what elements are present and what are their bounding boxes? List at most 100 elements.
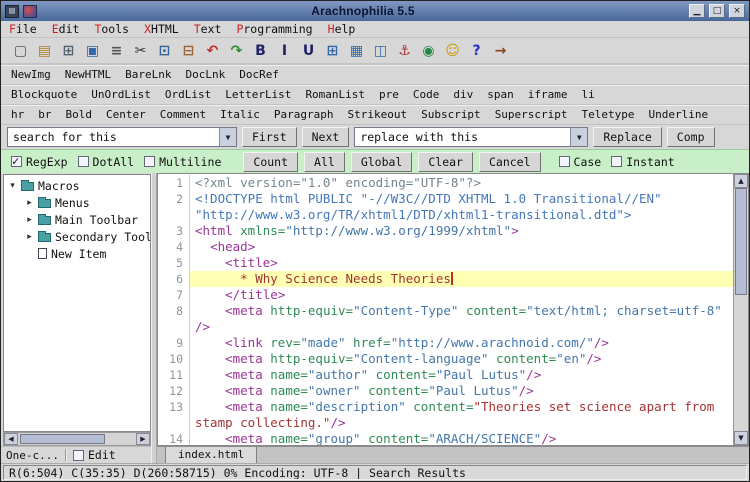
- code-line[interactable]: 13 <meta name="description" content="The…: [158, 399, 733, 431]
- code-line[interactable]: 5 <title>: [158, 255, 733, 271]
- edit-checkbox[interactable]: Edit: [73, 448, 116, 462]
- browser-icon[interactable]: ◉: [418, 40, 439, 61]
- macro-italic[interactable]: Italic: [220, 108, 260, 121]
- help-icon[interactable]: ?: [466, 40, 487, 61]
- code-line[interactable]: 12 <meta name="owner" content="Paul Lutu…: [158, 383, 733, 399]
- vscroll-thumb[interactable]: [735, 188, 747, 295]
- code-line[interactable]: 4 <head>: [158, 239, 733, 255]
- minimize-button[interactable]: ▁: [689, 4, 705, 18]
- macro-iframe[interactable]: iframe: [528, 88, 568, 101]
- macro-strikeout[interactable]: Strikeout: [347, 108, 407, 121]
- app-icon[interactable]: [23, 5, 37, 18]
- paste-icon[interactable]: ⊟: [178, 40, 199, 61]
- tree-item-secondary-tool[interactable]: ▸Secondary Tool: [4, 228, 150, 245]
- redo-icon[interactable]: ↷: [226, 40, 247, 61]
- comp-button[interactable]: Comp: [667, 127, 715, 147]
- macro-superscript[interactable]: Superscript: [495, 108, 568, 121]
- macro-subscript[interactable]: Subscript: [421, 108, 481, 121]
- checkbox-multiline[interactable]: Multiline: [144, 155, 221, 169]
- exit-icon[interactable]: →: [490, 40, 511, 61]
- menu-programming[interactable]: Programming: [236, 22, 312, 36]
- code-line[interactable]: 9 <link rev="made" href="http://www.arac…: [158, 335, 733, 351]
- tab-index-html[interactable]: index.html: [165, 447, 257, 464]
- new-file-icon[interactable]: ▢: [10, 40, 31, 61]
- macro-pre[interactable]: pre: [379, 88, 399, 101]
- macro-div[interactable]: div: [453, 88, 473, 101]
- expander-icon[interactable]: ▸: [25, 232, 34, 242]
- scroll-up-icon[interactable]: ▲: [734, 174, 748, 188]
- code-line[interactable]: 3<html xmlns="http://www.w3.org/1999/xht…: [158, 223, 733, 239]
- vscroll-track[interactable]: [734, 188, 748, 431]
- replace-button[interactable]: Replace: [593, 127, 661, 147]
- macro-li[interactable]: li: [582, 88, 595, 101]
- code-line[interactable]: 11 <meta name="author" content="Paul Lut…: [158, 367, 733, 383]
- cut-icon[interactable]: ✂: [130, 40, 151, 61]
- tree-item-main-toolbar[interactable]: ▸Main Toolbar: [4, 211, 150, 228]
- code-line[interactable]: 10 <meta http-equiv="Content-language" c…: [158, 351, 733, 367]
- checkbox-instant[interactable]: Instant: [611, 155, 674, 169]
- macro-span[interactable]: span: [487, 88, 514, 101]
- macro-ordlist[interactable]: OrdList: [165, 88, 211, 101]
- macro-docref[interactable]: DocRef: [239, 68, 279, 81]
- bold-icon[interactable]: B: [250, 40, 271, 61]
- menu-file[interactable]: File: [9, 22, 37, 36]
- macro-romanlist[interactable]: RomanList: [305, 88, 365, 101]
- code-area[interactable]: 1<?xml version="1.0" encoding="UTF-8"?>2…: [158, 174, 733, 445]
- button-clear[interactable]: Clear: [418, 152, 473, 172]
- expander-icon[interactable]: ▾: [8, 181, 17, 191]
- menu-tools[interactable]: Tools: [94, 22, 129, 36]
- menu-help[interactable]: Help: [328, 22, 356, 36]
- close-button[interactable]: ×: [729, 4, 745, 18]
- first-button[interactable]: First: [242, 127, 297, 147]
- code-line[interactable]: 8 <meta http-equiv="Content-Type" conten…: [158, 303, 733, 335]
- macro-blockquote[interactable]: Blockquote: [11, 88, 77, 101]
- checkbox-regexp[interactable]: RegExp: [11, 155, 68, 169]
- title-bar[interactable]: ▤ Arachnophilia 5.5 ▁ □ ×: [1, 1, 749, 21]
- macro-comment[interactable]: Comment: [160, 108, 206, 121]
- scroll-right-icon[interactable]: ▶: [136, 433, 150, 445]
- scroll-down-icon[interactable]: ▼: [734, 431, 748, 445]
- search-dropdown-icon[interactable]: ▼: [219, 128, 236, 146]
- save-file-icon[interactable]: ▣: [82, 40, 103, 61]
- underline-icon[interactable]: U: [298, 40, 319, 61]
- macro-barelnk[interactable]: BareLnk: [125, 68, 171, 81]
- macro-doclnk[interactable]: DocLnk: [185, 68, 225, 81]
- search-input[interactable]: search for this: [8, 128, 219, 146]
- macro-center[interactable]: Center: [106, 108, 146, 121]
- tree-item-new-item[interactable]: New Item: [4, 245, 150, 262]
- smiley-icon[interactable]: ☺: [442, 40, 463, 61]
- one-click-label[interactable]: One-c...: [6, 449, 59, 462]
- macro-br[interactable]: br: [38, 108, 51, 121]
- tree-item-menus[interactable]: ▸Menus: [4, 194, 150, 211]
- macro-hr[interactable]: hr: [11, 108, 24, 121]
- menu-xhtml[interactable]: XHTML: [144, 22, 179, 36]
- frames-icon[interactable]: ◫: [370, 40, 391, 61]
- maximize-button[interactable]: □: [709, 4, 725, 18]
- copy-icon[interactable]: ⊡: [154, 40, 175, 61]
- new-window-icon[interactable]: ⊞: [58, 40, 79, 61]
- tree-item-macros[interactable]: ▾Macros: [4, 177, 150, 194]
- anchor-icon[interactable]: ⚓: [394, 40, 415, 61]
- macro-teletype[interactable]: Teletype: [582, 108, 635, 121]
- button-cancel[interactable]: Cancel: [479, 152, 541, 172]
- checkbox-case[interactable]: Case: [559, 155, 602, 169]
- tree-hscrollbar[interactable]: ◀ ▶: [3, 432, 151, 446]
- macro-newhtml[interactable]: NewHTML: [65, 68, 111, 81]
- menu-edit[interactable]: Edit: [52, 22, 80, 36]
- macro-letterlist[interactable]: LetterList: [225, 88, 291, 101]
- macro-underline[interactable]: Underline: [649, 108, 709, 121]
- grid-icon[interactable]: ▦: [346, 40, 367, 61]
- editor-vscrollbar[interactable]: ▲ ▼: [733, 174, 748, 445]
- code-line[interactable]: 7 </title>: [158, 287, 733, 303]
- macro-newimg[interactable]: NewImg: [11, 68, 51, 81]
- code-line[interactable]: 2<!DOCTYPE html PUBLIC "-//W3C//DTD XHTM…: [158, 191, 733, 223]
- replace-input[interactable]: replace with this: [355, 128, 570, 146]
- macro-bold[interactable]: Bold: [66, 108, 93, 121]
- scroll-left-icon[interactable]: ◀: [4, 433, 18, 445]
- window-menu-icon[interactable]: ▤: [5, 5, 19, 18]
- table-icon[interactable]: ⊞: [322, 40, 343, 61]
- code-line[interactable]: 1<?xml version="1.0" encoding="UTF-8"?>: [158, 175, 733, 191]
- expander-icon[interactable]: ▸: [25, 215, 34, 225]
- button-all[interactable]: All: [304, 152, 345, 172]
- menu-text[interactable]: Text: [194, 22, 222, 36]
